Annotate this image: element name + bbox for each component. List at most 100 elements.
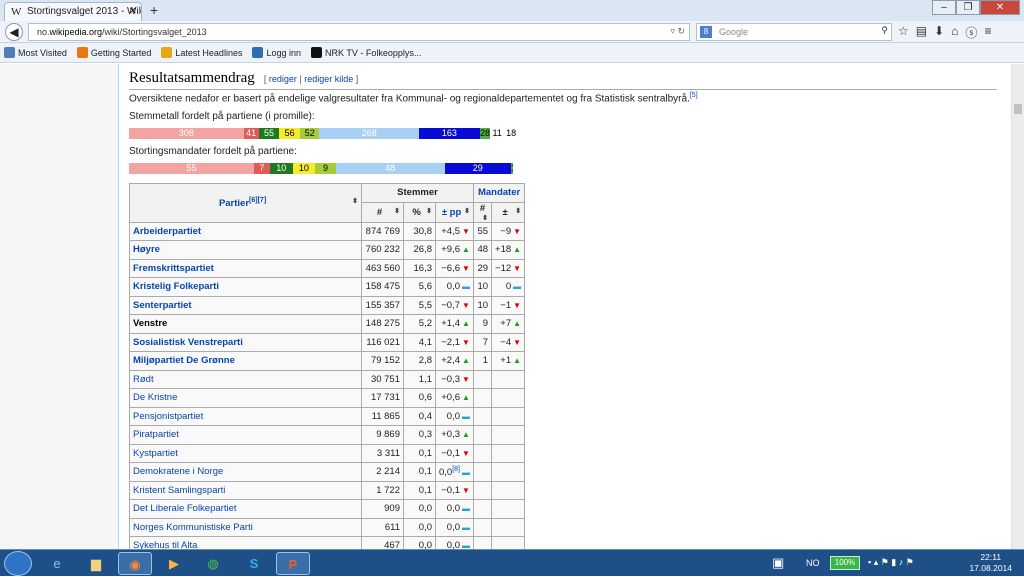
percent-cell: 16,3 [403, 258, 436, 278]
unchanged-icon: ▬ [462, 522, 471, 532]
party-link[interactable]: Piratpartiet [129, 425, 362, 445]
bookmark-star-icon[interactable]: ☆ [898, 24, 909, 41]
party-link-text: Venstre [133, 318, 168, 330]
bar-segment: 1 [510, 163, 513, 174]
network-tray-icon[interactable]: ▣ [772, 555, 784, 571]
party-link[interactable]: Demokratene i Norge [129, 462, 362, 482]
close-tab-icon[interactable]: ✕ [129, 6, 137, 17]
minimize-button[interactable]: – [932, 0, 956, 15]
votes-pct-header[interactable]: % ⬍ [403, 201, 436, 223]
edit-source-link[interactable]: rediger kilde [304, 74, 353, 84]
party-link[interactable]: Sosialistisk Venstreparti [129, 332, 362, 352]
party-link[interactable]: Rødt [129, 369, 362, 389]
seats-diff-header[interactable]: ± ⬍ [491, 201, 526, 223]
media-player-icon[interactable]: ▶ [157, 552, 191, 575]
sort-icon[interactable]: ⬍ [482, 214, 488, 222]
party-link[interactable]: Miljøpartiet De Grønne [129, 351, 362, 371]
party-link[interactable]: Norges Kommunistiske Parti [129, 517, 362, 537]
decrease-arrow-icon: ▼ [462, 263, 470, 273]
seats-count-header[interactable]: # ⬍ [473, 201, 493, 223]
seats-cell: 29 [473, 258, 493, 278]
decrease-arrow-icon: ▼ [513, 263, 522, 273]
votes-cell: 155 357 [361, 295, 404, 315]
file-explorer-icon[interactable]: ▆ [79, 552, 113, 575]
seats-change-cell [491, 406, 526, 426]
start-button[interactable] [4, 551, 32, 576]
maximize-button[interactable]: ❐ [956, 0, 980, 15]
skype-icon[interactable]: ⓢ [965, 24, 977, 41]
bookmark-item[interactable]: Most Visited [4, 47, 67, 58]
address-bar[interactable]: no.wikipedia.org/wiki/Stortingsvalget_20… [28, 23, 690, 41]
powerpoint-icon[interactable]: P [276, 552, 310, 575]
table-row: De Kristne 17 731 0,6 +0,6 ▲ [129, 388, 526, 408]
tray-icons[interactable]: ▪ ▴ ⚑ ▮ ♪ ⚑ [868, 557, 914, 568]
party-link[interactable]: Kristelig Folkeparti [129, 277, 362, 297]
party-link[interactable]: Fremskrittspartiet [129, 258, 362, 278]
votes-cell-text: 611 [384, 521, 400, 533]
menu-icon[interactable]: ≡ [984, 24, 991, 41]
reference-link[interactable]: [5] [690, 92, 698, 99]
url-domain: wikipedia.org [49, 27, 103, 37]
intro-sentence: Oversiktene nedafor er basert på endelig… [129, 93, 690, 105]
battery-indicator[interactable]: 100% [830, 556, 860, 570]
party-header[interactable]: Partier[6][7] ⬍ [129, 183, 362, 223]
percent-cell: 5,6 [403, 277, 436, 297]
party-link[interactable]: Det Liberale Folkepartiet [129, 499, 362, 519]
search-box[interactable]: 8 Google ⚲ [696, 23, 892, 41]
decrease-arrow-icon: ▼ [462, 374, 470, 384]
back-button[interactable]: ◀ [5, 23, 23, 41]
party-header-refs[interactable]: [6][7] [249, 197, 266, 204]
party-link[interactable]: Arbeiderpartiet [129, 221, 362, 241]
party-link[interactable]: Kystpartiet [129, 443, 362, 463]
seats-cell [473, 443, 493, 463]
google-icon[interactable]: 8 [700, 26, 712, 38]
scrollbar-thumb[interactable] [1014, 104, 1022, 114]
votes-cell: 2 214 [361, 462, 404, 482]
bookmark-item[interactable]: Latest Headlines [161, 47, 242, 58]
chrome-icon[interactable]: ◍ [196, 552, 230, 575]
sort-icon[interactable]: ⬍ [352, 197, 358, 205]
unchanged-icon: ▬ [462, 411, 471, 421]
vertical-scrollbar[interactable] [1011, 64, 1024, 549]
skype-taskbar-icon[interactable]: S [237, 552, 271, 575]
pp-change-cell: +1,4 ▲ [434, 314, 475, 334]
close-window-button[interactable]: ✕ [980, 0, 1020, 15]
percent-cell-text: 0,0 [418, 503, 432, 515]
firefox-icon[interactable]: ◉ [118, 552, 152, 575]
bookmark-item[interactable]: NRK TV - Folkeopplys... [311, 47, 421, 58]
search-icon[interactable]: ⚲ [881, 25, 888, 36]
votes-pp-header[interactable]: ± pp ⬍ [434, 201, 475, 223]
home-icon[interactable]: ⌂ [951, 24, 958, 41]
sort-icon[interactable]: ⬍ [394, 207, 400, 215]
party-link[interactable]: Pensjonistpartiet [129, 406, 362, 426]
bookmarks-menu-icon[interactable]: ▤ [916, 24, 927, 41]
browser-tab[interactable]: W Stortingsvalget 2013 - Wiki... ✕ [4, 2, 142, 21]
party-link[interactable]: Høyre [129, 240, 362, 260]
party-link[interactable]: Kristent Samlingsparti [129, 480, 362, 500]
reference-link[interactable]: [8] [452, 466, 460, 473]
sort-icon[interactable]: ⬍ [464, 207, 470, 215]
downloads-icon[interactable]: ⬇ [934, 24, 944, 41]
clock[interactable]: 22:11 17.08.2014 [969, 552, 1012, 574]
party-link-text: Rødt [133, 373, 154, 385]
votes-count-header[interactable]: # ⬍ [361, 201, 404, 223]
internet-explorer-icon[interactable]: e [40, 552, 74, 575]
percent-cell: 0,6 [403, 388, 436, 408]
new-tab-button[interactable]: + [150, 2, 158, 18]
seats-header[interactable]: Mandater [473, 183, 526, 203]
party-link[interactable]: Senterpartiet [129, 295, 362, 315]
party-link[interactable]: De Kristne [129, 388, 362, 408]
votes-cell: 11 865 [361, 406, 404, 426]
reload-icon[interactable]: ▿ ↻ [670, 26, 685, 37]
sort-icon[interactable]: ⬍ [515, 207, 521, 215]
percent-cell: 0,3 [403, 425, 436, 445]
bookmark-item[interactable]: Getting Started [76, 47, 151, 58]
language-indicator[interactable]: NO [806, 558, 820, 568]
party-link[interactable]: Venstre [129, 314, 362, 334]
bookmark-item[interactable]: Logg inn [252, 47, 301, 58]
edit-link[interactable]: rediger [269, 74, 297, 84]
seats-change-cell-text: −12 [495, 262, 512, 274]
increase-arrow-icon: ▲ [462, 356, 470, 366]
sort-icon[interactable]: ⬍ [426, 207, 432, 215]
pp-change-cell: 0,0 ▬ [434, 499, 475, 519]
